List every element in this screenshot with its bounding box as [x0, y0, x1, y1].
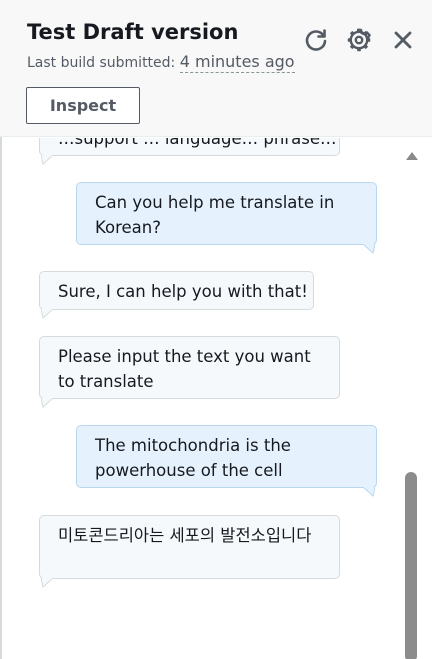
- bubble-tail: [41, 398, 53, 408]
- chat-scrollbar[interactable]: [402, 138, 432, 659]
- scroll-up-arrow-icon[interactable]: [406, 152, 418, 160]
- chat-message-text: 미토콘드리아는 세포의 발전소입니다: [58, 526, 312, 545]
- bubble-tail: [41, 309, 53, 319]
- chat-message-bot: …support … language… phrase…: [39, 138, 340, 156]
- close-icon: [394, 31, 412, 49]
- bubble-tail: [41, 578, 53, 588]
- scrollbar-thumb[interactable]: [405, 472, 417, 659]
- refresh-button[interactable]: [303, 27, 329, 53]
- chat-message-text: Sure, I can help you with that!: [58, 282, 308, 301]
- settings-icon: [347, 28, 371, 52]
- build-status: Last build submitted: 4 minutes ago: [27, 52, 295, 73]
- inspect-button[interactable]: Inspect: [26, 87, 140, 124]
- chat-transcript[interactable]: …support … language… phrase… Can you hel…: [2, 138, 402, 659]
- build-time-link[interactable]: 4 minutes ago: [179, 52, 295, 73]
- panel-header: Test Draft version Last build submitted:…: [0, 0, 432, 137]
- chat-message-bot: Sure, I can help you with that!: [39, 271, 314, 310]
- bubble-tail: [363, 487, 375, 497]
- chat-message-text: Please input the text you want to transl…: [58, 347, 311, 391]
- refresh-icon: [305, 29, 327, 51]
- build-status-label: Last build submitted:: [27, 55, 176, 71]
- chat-message-user: Can you help me translate in Korean?: [76, 182, 377, 245]
- close-button[interactable]: [390, 27, 416, 53]
- chat-message-bot: Please input the text you want to transl…: [39, 336, 340, 399]
- page-title: Test Draft version: [27, 20, 239, 44]
- bubble-tail: [363, 244, 375, 254]
- chat-message-user: The mitochondria is the powerhouse of th…: [76, 425, 377, 488]
- bubble-tail: [41, 155, 53, 165]
- settings-button[interactable]: [346, 27, 372, 53]
- chat-message-bot: 미토콘드리아는 세포의 발전소입니다: [39, 515, 340, 579]
- chat-message-text: The mitochondria is the powerhouse of th…: [95, 436, 291, 480]
- chat-message-text: Can you help me translate in Korean?: [95, 193, 335, 237]
- chat-message-text: …support … language… phrase…: [58, 138, 337, 148]
